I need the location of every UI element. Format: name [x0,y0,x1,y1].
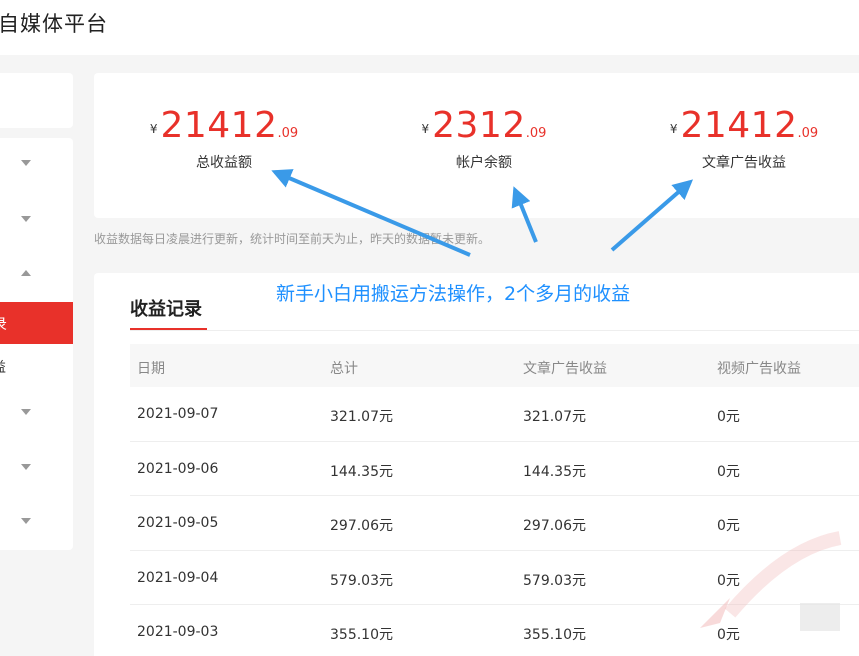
stat-integer: 21412 [680,105,798,146]
sidebar [0,138,73,550]
cell-date: 2021-09-07 [137,406,219,422]
sidebar-item-6[interactable] [0,500,73,542]
cell-date: 2021-09-05 [137,515,219,531]
records-title[interactable]: 收益记录 [130,295,202,321]
sidebar-top-card [0,73,73,128]
stat-label: 总收益额 [196,155,252,171]
table-row: 2021-09-07 321.07元 321.07元 0元 [130,387,859,442]
update-note: 收益数据每日凌晨进行更新，统计时间至前天为止，昨天的数据暂未更新。 [94,232,491,246]
app-title: 自媒体平台 [0,12,108,36]
chevron-down-icon [21,409,31,415]
chevron-down-icon [21,160,31,166]
table-header: 日期 总计 文章广告收益 视频广告收益 [130,344,859,387]
sidebar-item-4[interactable] [0,391,73,433]
sidebar-item-income-records[interactable]: 录 [0,302,73,344]
cell-total: 144.35元 [330,463,393,480]
stat-decimal: .09 [277,126,299,141]
stat-label: 帐户余额 [456,155,512,171]
sidebar-item-1[interactable] [0,142,73,184]
cell-date: 2021-09-06 [137,460,219,477]
cell-date: 2021-09-04 [137,569,219,586]
chevron-down-icon [21,518,31,524]
stat-decimal: .09 [525,126,547,141]
cell-total: 579.03元 [330,572,393,589]
cell-video-ad: 0元 [717,409,740,425]
column-header-total: 总计 [330,361,358,377]
sidebar-item-3[interactable] [0,254,73,296]
divider [130,330,859,331]
stat-account-balance: ¥2312.09 帐户余额 [369,105,599,172]
stat-value: ¥2312.09 [369,105,599,146]
table-row: 2021-09-06 144.35元 144.35元 0元 [130,442,859,496]
stat-integer: 2312 [432,105,526,146]
stats-card: ¥21412.09 总收益额 ¥2312.09 帐户余额 ¥21412.09 文… [94,73,859,218]
watermark-logo [700,531,842,631]
cell-article-ad: 579.03元 [523,572,586,589]
column-header-video-ad: 视频广告收益 [717,361,801,377]
cell-article-ad: 321.07元 [523,409,586,425]
column-header-article-ad: 文章广告收益 [523,361,607,377]
stat-article-ad-income: ¥21412.09 文章广告收益 [629,105,859,172]
stat-total-income: ¥21412.09 总收益额 [109,105,339,172]
stat-decimal: .09 [797,126,819,141]
cell-video-ad: 0元 [717,463,740,480]
cell-total: 355.10元 [330,627,393,643]
chevron-down-icon [21,216,31,222]
stat-integer: 21412 [160,105,278,146]
sidebar-sub-item[interactable]: 益 [0,357,6,377]
chevron-up-icon [21,270,31,276]
cell-date: 2021-09-03 [137,624,219,640]
stat-value: ¥21412.09 [629,105,859,146]
currency-symbol: ¥ [421,122,430,136]
cell-article-ad: 297.06元 [523,518,586,534]
cell-article-ad: 355.10元 [523,627,586,643]
sidebar-active-label: 录 [0,313,7,334]
currency-symbol: ¥ [669,122,678,136]
sidebar-item-2[interactable] [0,198,73,240]
annotation-text: 新手小白用搬运方法操作，2个多月的收益 [276,283,631,305]
sidebar-item-5[interactable] [0,446,73,488]
chevron-down-icon [21,464,31,470]
top-bar: 自媒体平台 [0,0,859,55]
cell-article-ad: 144.35元 [523,463,586,480]
stat-label: 文章广告收益 [702,155,786,171]
cell-total: 321.07元 [330,409,393,425]
stat-value: ¥21412.09 [109,105,339,146]
column-header-date: 日期 [137,361,165,377]
cell-total: 297.06元 [330,518,393,534]
currency-symbol: ¥ [149,122,158,136]
